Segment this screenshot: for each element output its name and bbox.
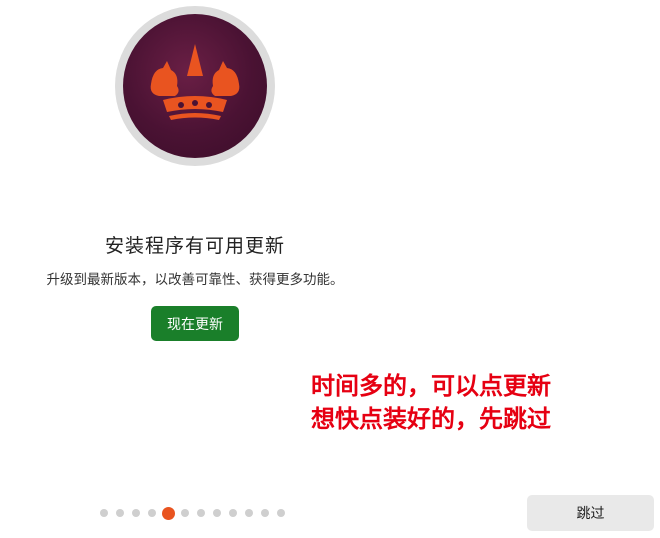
page-dot [229,509,237,517]
annotation-line-2: 想快点装好的，先跳过 [311,405,551,433]
page-dot [148,509,156,517]
page-dot [197,509,205,517]
annotation-line-1: 时间多的，可以点更新 [311,372,551,400]
app-logo [115,6,275,166]
crown-logo-icon [150,44,240,120]
page-dot-active [162,506,175,520]
page-dot [261,509,269,517]
page-dot [100,509,108,517]
annotation-note: 时间多的，可以点更新 想快点装好的，先跳过 [311,370,551,436]
page-dot [245,509,253,517]
logo-background [123,14,267,158]
page-dot [132,509,140,517]
page-dot [116,509,124,517]
page-title: 安装程序有可用更新 [104,235,285,257]
update-now-button[interactable]: 现在更新 [151,306,239,341]
page-dot [213,509,221,517]
page-dot [277,509,285,517]
page-dot [181,509,189,517]
skip-button[interactable]: 跳过 [527,495,654,531]
page-indicator [100,505,293,521]
page-subtitle: 升级到最新版本，以改善可靠性、获得更多功能。 [46,272,344,288]
